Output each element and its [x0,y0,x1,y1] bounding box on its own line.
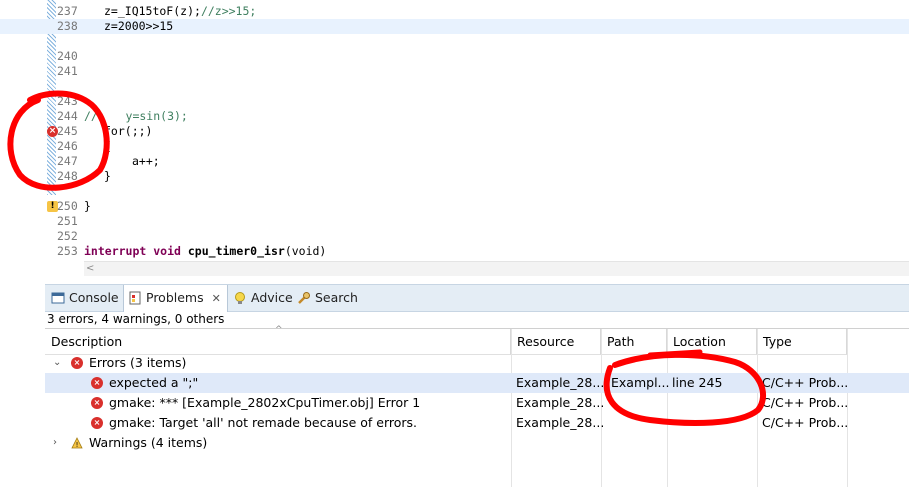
view-tab-bar: Console Problems ✕ Advice Search [45,284,909,312]
line-number: 241 [57,64,78,78]
line-number: 246 [57,139,78,153]
tab-search[interactable]: Search [293,285,364,311]
code-comment: //z>>15; [200,4,257,18]
search-icon [298,292,310,304]
problems-summary: 3 errors, 4 warnings, 0 others [47,312,225,326]
scroll-left-icon[interactable]: < [86,262,94,276]
console-icon [51,292,65,304]
code-comment: // y=sin(3); [84,109,188,123]
line-number: 243 [57,94,78,108]
error-icon: × [71,357,83,369]
code-line[interactable]: 241 [0,64,909,79]
code-line[interactable]: 248 } [0,169,909,184]
code-keyword: interrupt void [84,244,181,258]
problem-row[interactable]: × gmake: *** [Example_2802xCpuTimer.obj]… [45,393,909,413]
code-line[interactable]: 244 // y=sin(3); [0,109,909,124]
problem-description: gmake: *** [Example_2802xCpuTimer.obj] E… [109,395,421,410]
error-icon: × [91,377,103,389]
code-line[interactable]: 240 [0,49,909,64]
problem-description: expected a ";" [109,375,199,390]
error-icon: × [91,397,103,409]
close-tab-icon[interactable]: ✕ [212,292,221,305]
code-line-current[interactable]: 238 z=2000>>15 [0,19,909,34]
column-header-description[interactable]: Description [45,329,511,355]
group-label: Warnings (4 items) [89,435,208,450]
code-line[interactable]: 251 [0,214,909,229]
line-number: 238 [57,19,78,33]
problem-resource: Example_28... [516,415,605,430]
error-icon: × [91,417,103,429]
chevron-right-icon[interactable]: › [53,433,57,453]
problem-type: C/C++ Prob... [762,375,849,390]
tab-console[interactable]: Console [47,285,125,311]
line-number: 240 [57,49,78,63]
problem-resource: Example_28... [516,395,605,410]
chevron-down-icon[interactable]: ⌄ [53,353,61,373]
code-text: { [104,139,111,153]
line-number: 237 [57,4,78,18]
code-text: } [84,199,91,213]
group-row-errors[interactable]: ⌄ × Errors (3 items) [45,353,909,373]
code-line[interactable]: 243 [0,94,909,109]
line-number: 244 [57,109,78,123]
lightbulb-icon [235,292,245,304]
function-name: cpu_timer0_isr [187,244,285,258]
tab-problems[interactable]: Problems ✕ [123,285,228,312]
tab-label: Search [315,290,358,305]
line-number: 250 [57,199,78,213]
code-line[interactable]: ! 250 } [0,199,909,214]
group-label: Errors (3 items) [89,355,187,370]
tab-advice[interactable]: Advice [229,285,299,311]
tab-label: Problems [146,290,204,305]
code-text: (void) [284,244,327,258]
line-number: 245 [57,124,78,138]
problems-icon [129,291,141,305]
group-row-warnings[interactable]: › ! Warnings (4 items) [45,433,909,453]
code-line[interactable]: 253 interrupt void cpu_timer0_isr(void) [0,244,909,259]
code-editor[interactable]: 237 z=_IQ15toF(z);//z>>15; 238 z=2000>>1… [0,0,909,277]
problem-location: line 245 [672,375,723,390]
code-text: z=2000>>15 [104,19,174,33]
code-text: } [104,169,111,183]
warning-icon: ! [71,437,83,449]
code-line[interactable]: 252 [0,229,909,244]
code-line[interactable]: × 245 for(;;) [0,124,909,139]
column-header-path[interactable]: Path [601,329,667,355]
line-number: 247 [57,154,78,168]
code-text: z=_IQ15toF(z); [104,4,201,18]
horizontal-scrollbar[interactable]: < [84,261,909,276]
line-number: 253 [57,244,78,258]
problem-type: C/C++ Prob... [762,415,849,430]
problem-resource: Example_28... [516,375,605,390]
code-text: for(;;) [104,124,153,138]
problem-type: C/C++ Prob... [762,395,849,410]
tab-label: Console [69,290,119,305]
problem-path: Exampl... [611,375,670,390]
code-line[interactable]: 237 z=_IQ15toF(z);//z>>15; [0,4,909,19]
problem-row[interactable]: × expected a ";" Example_28... Exampl...… [45,373,909,393]
code-line[interactable]: 247 a++; [0,154,909,169]
code-text: a++; [132,154,160,168]
svg-text:!: ! [76,441,79,449]
line-number: 251 [57,214,78,228]
problem-row[interactable]: × gmake: Target 'all' not remade because… [45,413,909,433]
problems-table[interactable]: ^ Description Resource Path Location Typ… [45,325,909,487]
line-number: 248 [57,169,78,183]
column-header-resource[interactable]: Resource [511,329,601,355]
column-header-type[interactable]: Type [757,329,847,355]
code-line[interactable]: 246 { [0,139,909,154]
problem-description: gmake: Target 'all' not remade because o… [109,415,417,430]
column-header-location[interactable]: Location [667,329,757,355]
line-number: 252 [57,229,78,243]
tab-label: Advice [251,290,293,305]
